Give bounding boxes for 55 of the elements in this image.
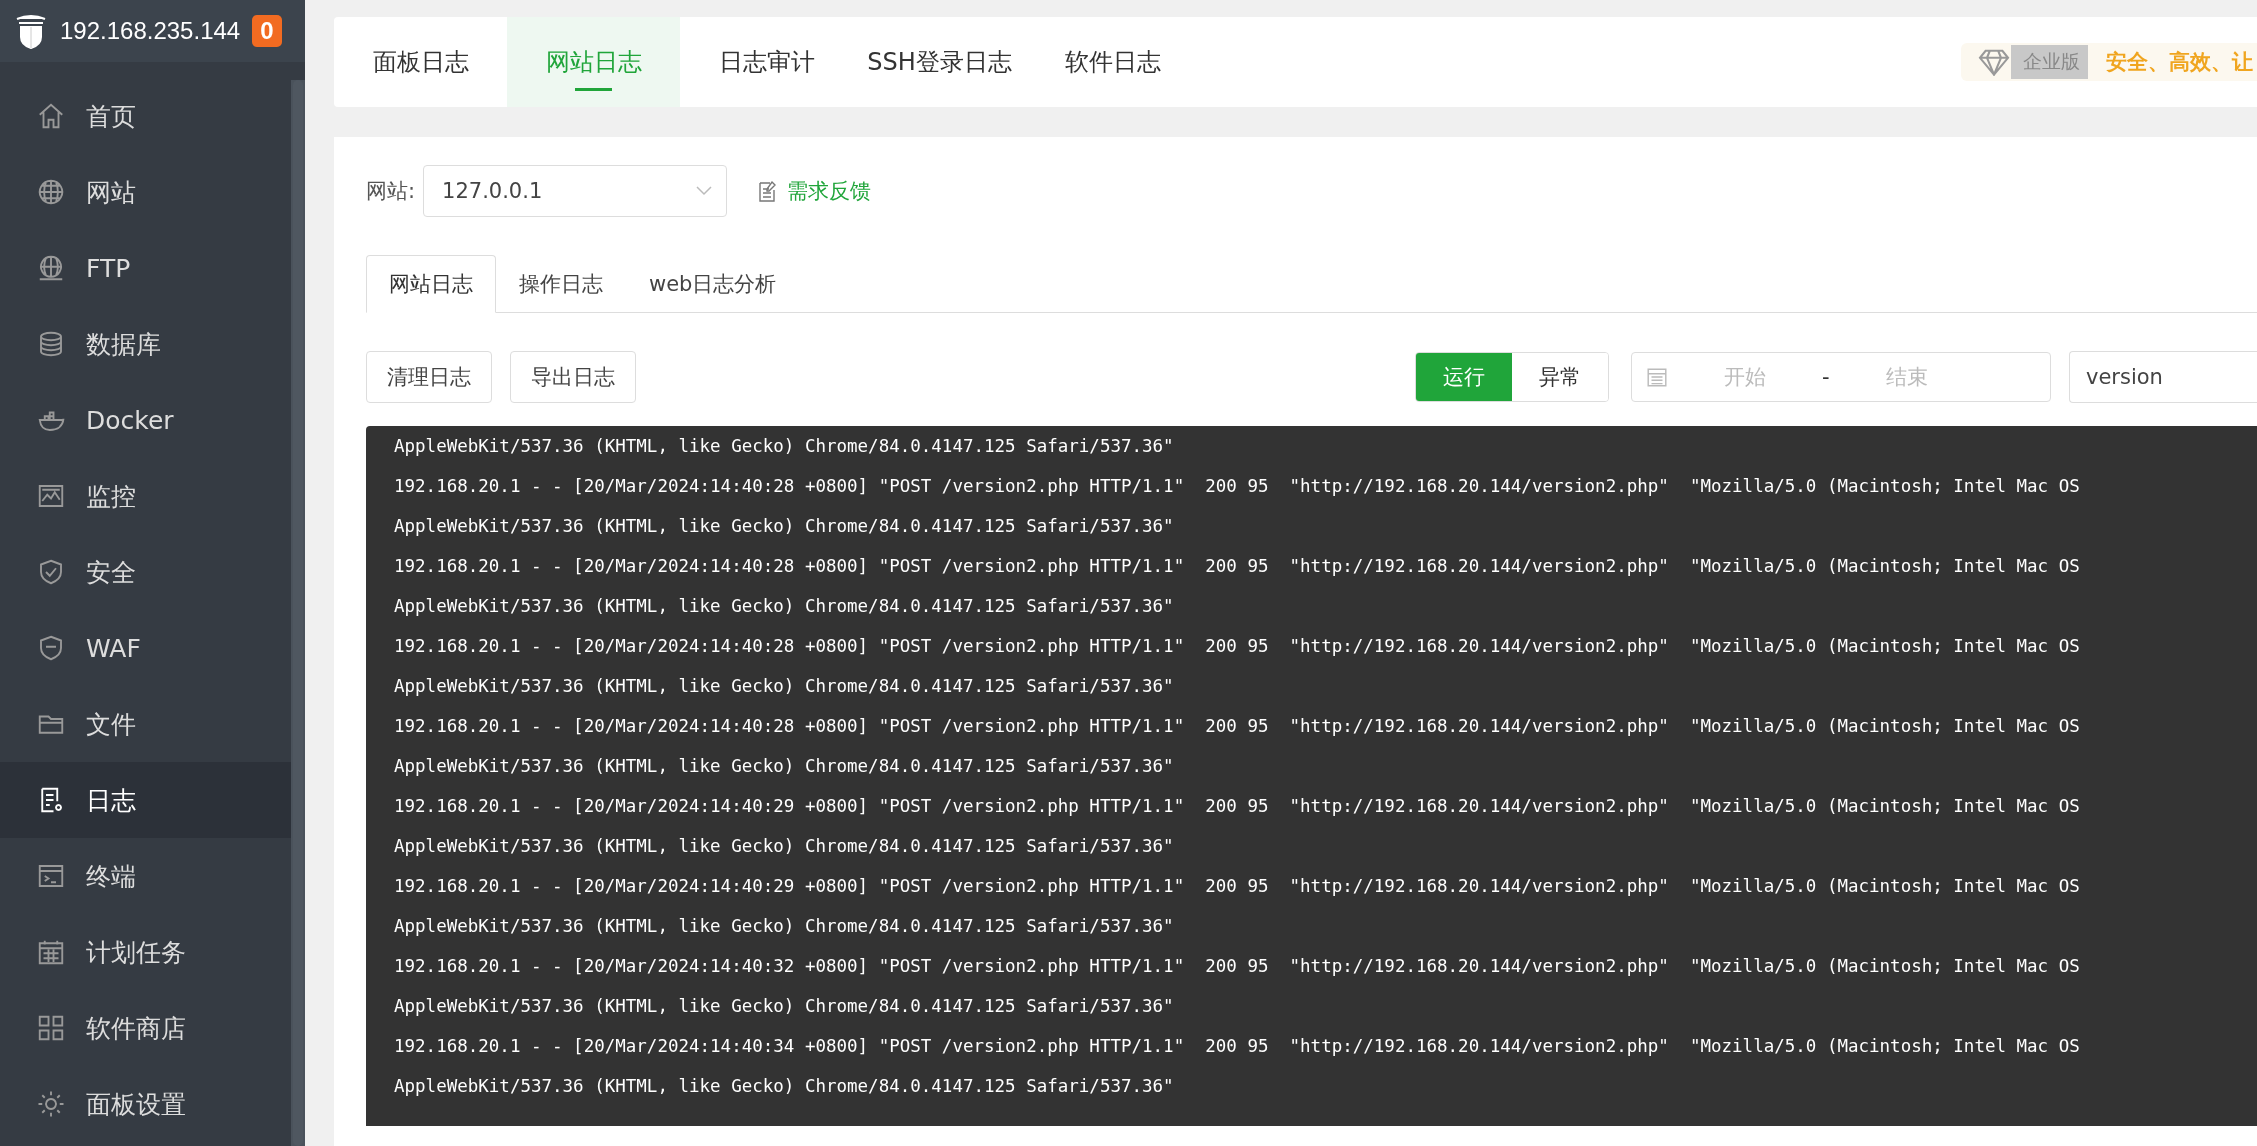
caret-icon: [696, 186, 713, 196]
date-range-field[interactable]: 开始 - 结束: [1631, 352, 2051, 402]
edit-note-icon: [757, 179, 778, 203]
site-label: 网站:: [366, 178, 416, 205]
log-line: 192.168.20.1 - - [20/Mar/2024:14:40:34 +0800] "POST /version2.php HTTP/1.1" 200 95 "http://192.168.20.144/version2.php" "Mozilla/5.0 (Macintosh; Intel Mac OS: [394, 1035, 2081, 1058]
sidebar-item[interactable]: 计划任务: [0, 914, 291, 990]
range-separator: -: [1822, 365, 1830, 389]
log-action-button[interactable]: 清理日志: [366, 351, 492, 403]
log-line: 192.168.20.1 - - [20/Mar/2024:14:40:28 +0800] "POST /version2.php HTTP/1.1" 200 95 "http://192.168.20.144/version2.php" "Mozilla/5.0 (Macintosh; Intel Mac OS: [394, 715, 2081, 738]
slogan-text: 安全、高效、让: [2105, 49, 2254, 76]
sidebar-item[interactable]: Docker: [0, 382, 291, 458]
sidebar-item[interactable]: 日志: [0, 762, 291, 838]
log-type-tab[interactable]: 面板日志: [334, 17, 507, 107]
log-view-tab[interactable]: web日志分析: [626, 255, 800, 313]
grid-icon: [36, 1013, 66, 1043]
sidebar-item[interactable]: WAF: [0, 610, 291, 686]
search-field[interactable]: version: [2069, 351, 2257, 403]
sidebar-item[interactable]: 监控: [0, 458, 291, 534]
sidebar-item[interactable]: FTP: [0, 230, 291, 306]
log-line: 192.168.20.1 - - [20/Mar/2024:14:40:28 +0800] "POST /version2.php HTTP/1.1" 200 95 "http://192.168.20.144/version2.php" "Mozilla/5.0 (Macintosh; Intel Mac OS: [394, 635, 2081, 658]
site-select[interactable]: 127.0.0.1: [423, 165, 728, 217]
log-line: 192.168.20.1 - - [20/Mar/2024:14:40:32 +0800] "POST /version2.php HTTP/1.1" 200 95 "http://192.168.20.144/version2.php" "Mozilla/5.0 (Macintosh; Intel Mac OS: [394, 955, 2081, 978]
log-line: AppleWebKit/537.36 (KHTML, like Gecko) Chrome/84.0.4147.125 Safari/537.36": [394, 835, 1175, 858]
log-line: 192.168.20.1 - - [20/Mar/2024:14:40:29 +0800] "POST /version2.php HTTP/1.1" 200 95 "http://192.168.20.144/version2.php" "Mozilla/5.0 (Macintosh; Intel Mac OS: [394, 795, 2081, 818]
log-line: AppleWebKit/537.36 (KHTML, like Gecko) Chrome/84.0.4147.125 Safari/537.36": [394, 915, 1175, 938]
sidebar-item[interactable]: 文件: [0, 686, 291, 762]
log-type-tab[interactable]: 软件日志: [1026, 17, 1199, 107]
sidebar-item[interactable]: 网站: [0, 154, 291, 230]
sidebar-item[interactable]: 面板设置: [0, 1066, 291, 1142]
log-view-tab[interactable]: 网站日志: [366, 255, 496, 313]
sidebar-item[interactable]: 软件商店: [0, 990, 291, 1066]
log-action-button[interactable]: 导出日志: [510, 351, 636, 403]
log-line: 192.168.20.1 - - [20/Mar/2024:14:40:28 +0800] "POST /version2.php HTTP/1.1" 200 95 "http://192.168.20.144/version2.php" "Mozilla/5.0 (Macintosh; Intel Mac OS: [394, 475, 2081, 498]
sidebar-item[interactable]: 终端: [0, 838, 291, 914]
sidebar-item[interactable]: 安全: [0, 534, 291, 610]
log-line: AppleWebKit/537.36 (KHTML, like Gecko) Chrome/84.0.4147.125 Safari/537.36": [394, 435, 1175, 458]
scrollbar[interactable]: [291, 80, 305, 1146]
log-type-tab[interactable]: SSH登录日志: [853, 17, 1026, 107]
log-line: AppleWebKit/537.36 (KHTML, like Gecko) Chrome/84.0.4147.125 Safari/537.36": [394, 515, 1175, 538]
log-line: AppleWebKit/537.36 (KHTML, like Gecko) Chrome/84.0.4147.125 Safari/537.36": [394, 995, 1175, 1018]
sidebar-item[interactable]: 数据库: [0, 306, 291, 382]
log-view-tab[interactable]: 操作日志: [496, 255, 626, 313]
log-line: AppleWebKit/537.36 (KHTML, like Gecko) Chrome/84.0.4147.125 Safari/537.36": [394, 1075, 1175, 1098]
diamond-icon: [1977, 48, 2011, 76]
log-line: AppleWebKit/537.36 (KHTML, like Gecko) Chrome/84.0.4147.125 Safari/537.36": [394, 675, 1175, 698]
log-line: AppleWebKit/537.36 (KHTML, like Gecko) Chrome/84.0.4147.125 Safari/537.36": [394, 755, 1175, 778]
log-line: AppleWebKit/537.36 (KHTML, like Gecko) Chrome/84.0.4147.125 Safari/537.36": [394, 595, 1175, 618]
sidebar-item[interactable]: 首页: [0, 78, 291, 154]
log-line: 192.168.20.1 - - [20/Mar/2024:14:40:28 +0800] "POST /version2.php HTTP/1.1" 200 95 "http://192.168.20.144/version2.php" "Mozilla/5.0 (Macintosh; Intel Mac OS: [394, 555, 2081, 578]
edition-label: 企业版: [2011, 45, 2088, 79]
log-type-tab[interactable]: 日志审计: [680, 17, 853, 107]
log-line: 192.168.20.1 - - [20/Mar/2024:14:40:29 +0800] "POST /version2.php HTTP/1.1" 200 95 "http://192.168.20.144/version2.php" "Mozilla/5.0 (Macintosh; Intel Mac OS: [394, 875, 2081, 898]
castle-logo-icon: [14, 13, 48, 49]
globe-icon: [36, 177, 66, 207]
server-address: 192.168.235.144: [60, 17, 241, 45]
